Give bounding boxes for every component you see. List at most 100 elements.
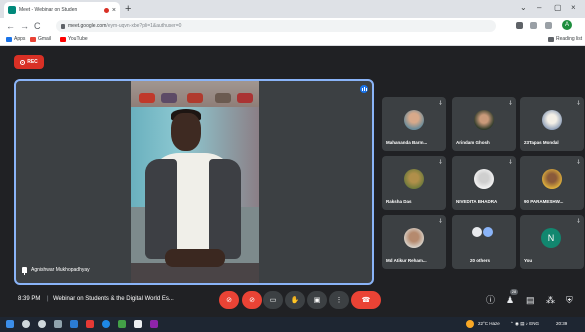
store-icon[interactable] — [118, 320, 126, 328]
browser-tab-strip: Meet - Webinar on Studen × + ⌄ – ▢ × — [0, 0, 585, 18]
mic-off-icon: ⸸ — [439, 160, 442, 166]
participant-tile[interactable]: ⸸ Raksha Das — [382, 156, 446, 210]
app-icon[interactable] — [150, 320, 158, 328]
chat-icon[interactable]: ▤ — [526, 295, 535, 305]
gmail-icon — [30, 36, 36, 42]
mic-off-icon: ⊘ — [226, 297, 232, 304]
minimize-button[interactable]: – — [537, 2, 541, 14]
main-participant-name: Agnishwar Mukhopadhyay — [22, 267, 90, 275]
present-screen-icon: ▣ — [313, 297, 321, 304]
self-tile[interactable]: ⸸ N You — [520, 215, 584, 269]
participant-tile[interactable]: ⸸ Md Atikur Reham... — [382, 215, 446, 269]
edge-icon[interactable] — [70, 320, 78, 328]
cortana-icon[interactable] — [38, 320, 46, 328]
activities-icon[interactable]: ⁂ — [546, 295, 555, 305]
chrome-icon[interactable] — [102, 320, 110, 328]
bookmark-label: Apps — [14, 36, 26, 42]
info-icon[interactable]: ⓘ — [486, 295, 495, 305]
microphone-off-button[interactable]: ⊘ — [219, 291, 239, 309]
leave-call-button[interactable]: ☎ — [351, 291, 381, 309]
recording-label: REC — [27, 59, 38, 65]
weather-icon[interactable] — [466, 320, 474, 328]
captions-icon: ▭ — [269, 297, 277, 304]
record-icon — [20, 59, 26, 65]
person-jacket-left — [145, 159, 177, 259]
person-head — [171, 113, 201, 151]
participant-avatar — [474, 110, 494, 130]
present-button[interactable]: ▣ — [307, 291, 327, 309]
mic-off-icon: ⸸ — [509, 160, 512, 166]
participant-name: 90 PARAMESHW... — [524, 199, 564, 204]
bookmark-label: Gmail — [38, 36, 52, 42]
search-icon[interactable] — [22, 320, 30, 328]
divider: | — [47, 296, 49, 302]
participant-video — [131, 81, 259, 283]
task-view-icon[interactable] — [54, 320, 62, 328]
new-tab-button[interactable]: + — [125, 3, 131, 15]
participant-tile[interactable]: ⸸ 23Tapas Mondal — [520, 97, 584, 151]
reload-button[interactable]: C — [34, 20, 41, 32]
maximize-button[interactable]: ▢ — [554, 2, 562, 14]
profile-avatar[interactable]: A — [562, 20, 572, 30]
participant-tile[interactable]: ⸸ Mahananda Barm... — [382, 97, 446, 151]
raise-hand-button[interactable]: ✋ — [285, 291, 305, 309]
url-host: meet.google.com — [68, 23, 107, 29]
others-tile[interactable]: 20 others — [452, 215, 516, 269]
office-icon[interactable] — [86, 320, 94, 328]
mic-off-icon: ⸸ — [439, 219, 442, 225]
main-video-tile[interactable]: Agnishwar Mukhopadhyay — [14, 79, 374, 285]
participant-name: Md Atikur Reham... — [386, 258, 427, 263]
share-icon[interactable] — [530, 22, 537, 29]
mic-off-icon: ⸸ — [509, 101, 512, 107]
url-text: meet.google.com/eym-uqvn-xbe?pli=1&authu… — [68, 23, 181, 29]
weather-text[interactable]: 22°C Haze — [478, 321, 500, 326]
back-button[interactable]: ← — [6, 20, 15, 32]
bookmark-gmail[interactable]: Gmail — [30, 36, 51, 42]
bookmark-apps[interactable]: Apps — [6, 36, 25, 42]
pin-icon — [22, 267, 27, 275]
windows-start-icon[interactable] — [6, 320, 14, 328]
url-path: /eym-uqvn-xbe?pli=1&authuser=0 — [106, 23, 182, 29]
mic-off-icon: ⸸ — [577, 101, 580, 107]
apps-grid-icon — [6, 36, 12, 42]
participant-name: Raksha Das — [386, 199, 412, 204]
others-count: 20 others — [470, 258, 491, 263]
tab-title: Meet - Webinar on Studen — [19, 7, 78, 13]
star-icon[interactable] — [545, 22, 552, 29]
hand-icon: ✋ — [290, 297, 300, 304]
recording-indicator-icon — [103, 7, 109, 13]
address-bar[interactable]: meet.google.com/eym-uqvn-xbe?pli=1&authu… — [56, 20, 496, 32]
browser-toolbar: ← → C meet.google.com/eym-uqvn-xbe?pli=1… — [0, 18, 585, 34]
person-hands — [165, 249, 225, 267]
participant-name: Arindam Ghosh — [456, 140, 490, 145]
participant-avatar — [542, 110, 562, 130]
captions-button[interactable]: ▭ — [263, 291, 283, 309]
camera-in-use-icon[interactable] — [516, 22, 523, 29]
tab-meet[interactable]: Meet - Webinar on Studen × — [4, 2, 120, 18]
reading-list-label: Reading list — [556, 36, 583, 42]
more-options-button[interactable]: ⋮ — [329, 291, 349, 309]
windows-taskbar: 22°C Haze ⌃ ◉ ▤ ♪ ENG 20:39 — [0, 317, 585, 332]
close-window-button[interactable]: × — [571, 2, 576, 14]
participant-avatar — [404, 228, 424, 248]
forward-button[interactable]: → — [20, 20, 29, 32]
participant-tile[interactable]: ⸸ Arindam Ghosh — [452, 97, 516, 151]
people-icon[interactable]: ♟ — [506, 295, 514, 305]
tab-search-icon[interactable]: ⌄ — [520, 2, 527, 14]
others-avatars-icon — [472, 227, 493, 237]
tab-close-icon[interactable]: × — [112, 7, 116, 14]
participant-tile[interactable]: ⸸ NIVEDITA BHADRA — [452, 156, 516, 210]
system-tray-icons[interactable]: ⌃ ◉ ▤ ♪ ENG — [510, 321, 539, 327]
participant-avatar — [404, 169, 424, 189]
clock[interactable]: 20:39 — [556, 321, 567, 326]
participant-avatar — [542, 169, 562, 189]
meet-favicon-icon — [8, 6, 16, 14]
camera-off-button[interactable]: ⊘ — [242, 291, 262, 309]
reading-list[interactable]: Reading list — [548, 36, 582, 42]
file-explorer-icon[interactable] — [134, 320, 142, 328]
participant-tile[interactable]: ⸸ 90 PARAMESHW... — [520, 156, 584, 210]
host-controls-icon[interactable]: ⛨ — [566, 295, 573, 305]
mic-off-icon: ⸸ — [577, 160, 580, 166]
person-jacket-right — [209, 159, 241, 259]
bookmark-youtube[interactable]: YouTube — [60, 36, 88, 42]
